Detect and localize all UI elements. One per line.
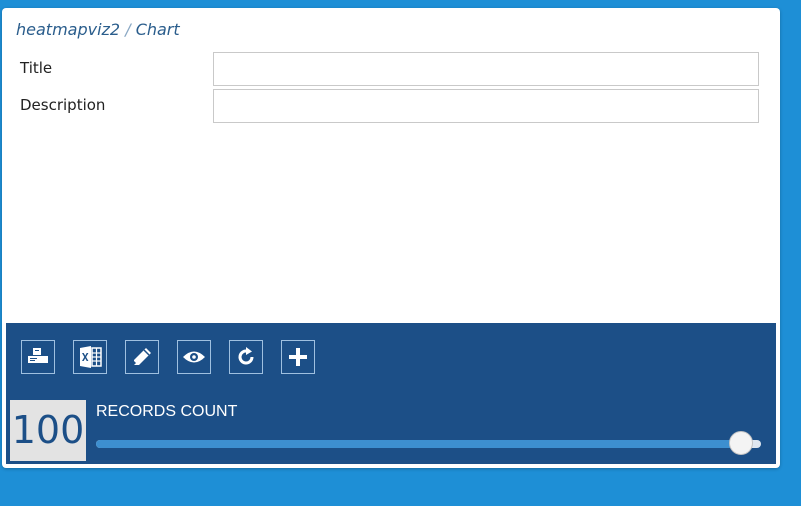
records-slider-fill — [96, 440, 741, 448]
toolbar-panel: 100 RECORDS COUNT — [6, 323, 776, 464]
print-button[interactable] — [21, 340, 55, 374]
add-icon — [289, 348, 307, 366]
edit-icon — [134, 348, 151, 365]
print-icon — [28, 348, 48, 363]
records-count-value: 100 — [10, 400, 86, 461]
records-slider[interactable] — [96, 431, 761, 455]
records-slider-handle[interactable] — [729, 431, 753, 455]
title-label: Title — [20, 59, 53, 77]
description-input[interactable] — [213, 89, 759, 123]
excel-icon — [80, 346, 102, 368]
records-count-label: RECORDS COUNT — [96, 403, 238, 420]
export-excel-button[interactable] — [73, 340, 107, 374]
add-button[interactable] — [281, 340, 315, 374]
breadcrumb-parent[interactable]: heatmapviz2 — [16, 20, 120, 39]
view-button[interactable] — [177, 340, 211, 374]
view-icon — [183, 351, 205, 363]
edit-button[interactable] — [125, 340, 159, 374]
title-input[interactable] — [213, 52, 759, 86]
breadcrumb-current: Chart — [135, 20, 180, 39]
refresh-button[interactable] — [229, 340, 263, 374]
refresh-icon — [238, 347, 254, 365]
breadcrumb-separator: / — [125, 20, 131, 39]
description-label: Description — [20, 96, 106, 114]
breadcrumb: heatmapviz2 / Chart — [16, 20, 180, 39]
chart-card: heatmapviz2 / Chart Title Description 10… — [2, 8, 780, 468]
